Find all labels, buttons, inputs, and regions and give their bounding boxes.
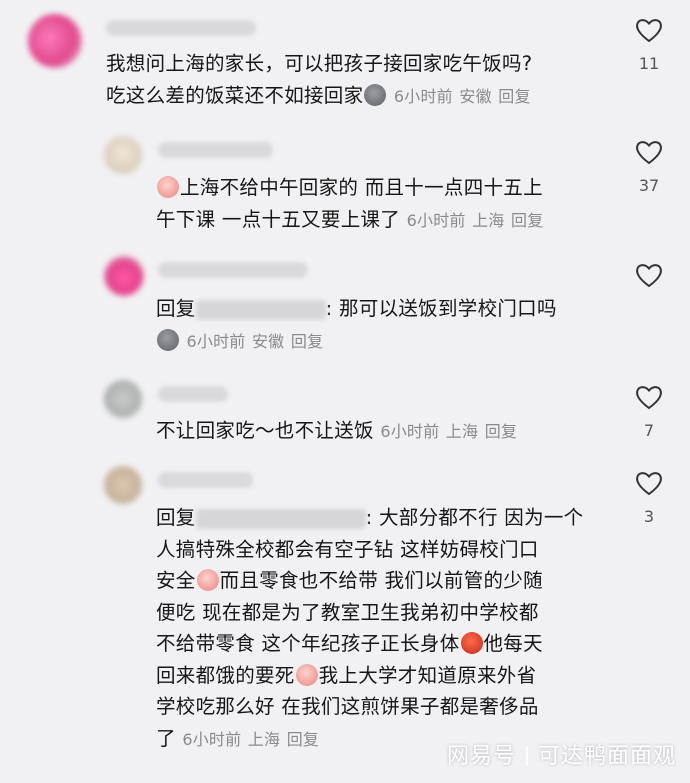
gray-face-emoji-icon: [364, 83, 387, 106]
comment-text: 不让回家吃～也不让送饭 6小时前 上海 回复: [156, 415, 517, 448]
mentioned-username[interactable]: [195, 299, 326, 320]
comment-text: 上海不给中午回家的 而且十一点四十五上 午下课 一点十五又要上课了 6小时前 上…: [156, 172, 543, 236]
comment-line: 上海不给中午回家的 而且十一点四十五上: [156, 172, 543, 204]
comment-location: 上海: [247, 729, 281, 749]
like-count: 37: [638, 176, 660, 195]
mentioned-username[interactable]: [195, 508, 366, 529]
comment-time: 6小时前: [186, 331, 246, 351]
like-heart-icon[interactable]: [634, 16, 664, 44]
reply-button[interactable]: 回复: [485, 422, 517, 441]
comment-text: 我想问上海的家长，可以把孩子接回家吃午饭吗? 吃这么差的饭菜还不如接回家 6小时…: [106, 48, 532, 112]
like-heart-icon[interactable]: [634, 383, 664, 411]
like-count: 11: [638, 54, 660, 73]
username[interactable]: [158, 472, 253, 488]
gray-face-emoji-icon: [157, 328, 179, 351]
comment-text: 回复: 那可以送饭到学校门口吗 6小时前 安徽 回复: [156, 293, 557, 357]
comment-line: 吃这么差的饭菜还不如接回家 6小时前 安徽 回复: [106, 83, 531, 107]
like-count: 7: [643, 421, 655, 440]
comment-text: 回复: 大部分都不行 因为一个 人搞特殊全校都会有空子钻 这样妨碍校门口 安全而…: [156, 502, 583, 755]
like-count: 3: [643, 507, 655, 526]
angry-face-emoji-icon: [460, 632, 483, 654]
crying-face-emoji-icon: [157, 176, 179, 198]
watermark-divider: [525, 746, 528, 766]
comment-location: 安徽: [459, 86, 492, 106]
comment-line: 便吃 现在都是为了教室卫生我弟初中学校都: [156, 600, 539, 624]
comment-line: 6小时前 安徽 回复: [156, 325, 557, 358]
reply-button[interactable]: 回复: [498, 87, 530, 106]
username[interactable]: [158, 262, 308, 278]
comment-time: 6小时前: [393, 86, 453, 106]
avatar[interactable]: [104, 136, 142, 174]
comment-line: 回复: 那可以送饭到学校门口吗: [156, 297, 557, 320]
tired-face-emoji-icon: [295, 663, 318, 686]
watermark-platform: 网易号: [446, 744, 516, 769]
watermark: 网易号 可达鸭面面观: [447, 738, 676, 770]
comment-location: 上海: [445, 422, 479, 441]
comment-location: 上海: [472, 210, 505, 230]
comment-location: 安徽: [251, 331, 285, 351]
comment-line: 午下课 一点十五又要上课了 6小时前 上海 回复: [156, 207, 544, 231]
username[interactable]: [106, 20, 256, 36]
reply-button[interactable]: 回复: [287, 730, 319, 749]
avatar[interactable]: [28, 14, 82, 68]
comment-line: 安全 而且零食也不给带 我们以前管的少随: [156, 569, 543, 592]
comment-line: 我想问上海的家长，可以把孩子接回家吃午饭吗?: [106, 52, 533, 75]
comment-line: 不给带零食 这个年纪孩子正长身体 他每天: [156, 632, 543, 655]
like-heart-icon[interactable]: [634, 261, 664, 289]
comment-line: 回复: 大部分都不行 因为一个: [156, 506, 584, 529]
comment-time: 6小时前: [182, 729, 242, 749]
like-heart-icon[interactable]: [634, 469, 664, 497]
username[interactable]: [158, 142, 273, 158]
avatar[interactable]: [104, 466, 142, 504]
username[interactable]: [158, 386, 228, 402]
comment-time: 6小时前: [380, 422, 440, 441]
like-heart-icon[interactable]: [634, 138, 664, 166]
avatar[interactable]: [104, 256, 144, 296]
comment-time: 6小时前: [406, 210, 466, 230]
watermark-author: 可达鸭面面观: [537, 744, 676, 769]
comment-line: 不让回家吃～也不让送饭 6小时前 上海 回复: [156, 419, 518, 442]
reply-button[interactable]: 回复: [291, 332, 323, 351]
avatar[interactable]: [104, 380, 142, 418]
comment-line: 学校吃那么好 在我们这煎饼果子都是奢侈品: [156, 695, 539, 718]
comment-line: 人搞特殊全校都会有空子钻 这样妨碍校门口: [156, 537, 539, 561]
crying-face-emoji-icon: [196, 569, 219, 591]
reply-button[interactable]: 回复: [511, 211, 543, 230]
comment-line: 回来都饿的要死 我上大学才知道原来外省: [156, 663, 537, 687]
